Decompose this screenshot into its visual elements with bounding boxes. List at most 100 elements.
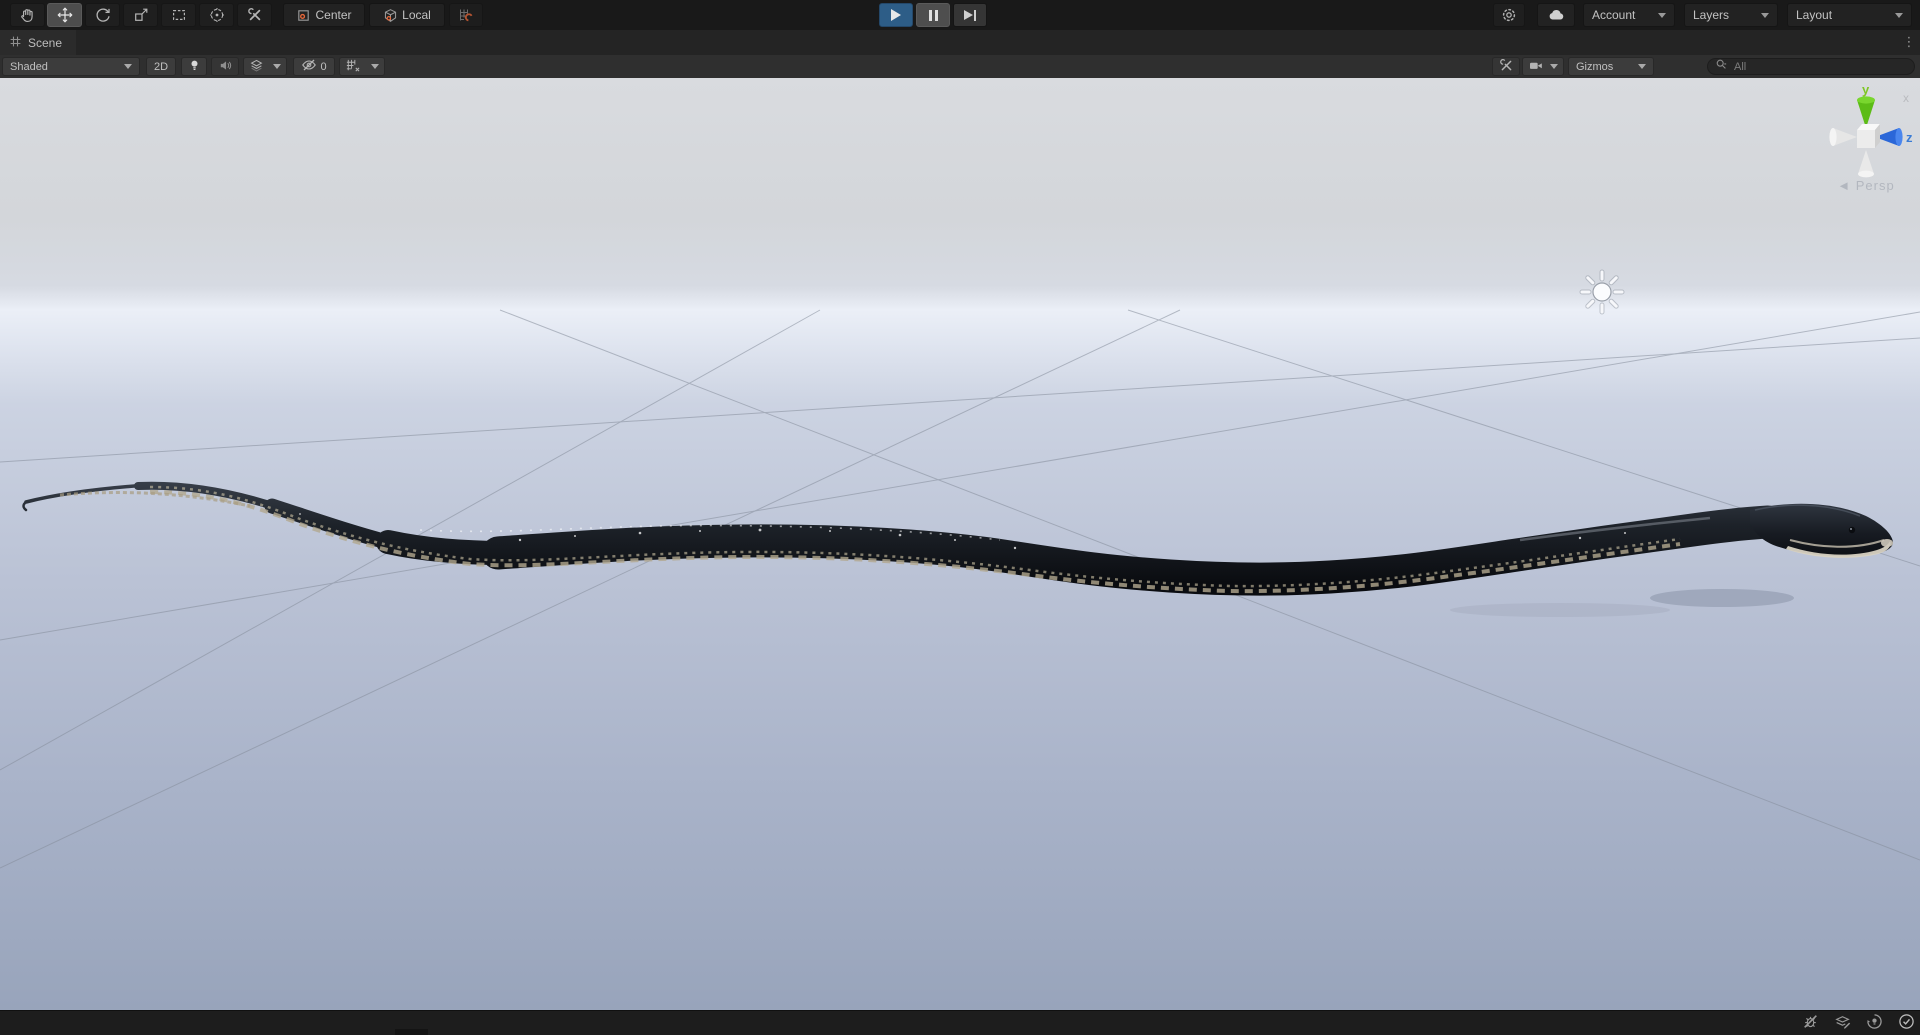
scene-search-field[interactable]: [1707, 58, 1915, 75]
chevron-down-icon: [1761, 12, 1769, 18]
layout-dropdown[interactable]: Layout: [1787, 3, 1912, 27]
pause-icon: [928, 9, 938, 21]
move-icon: [57, 7, 73, 23]
grid-visibility-dropdown[interactable]: [339, 57, 385, 76]
projection-mode-label[interactable]: ◄ Persp: [1806, 178, 1920, 193]
custom-tool-button[interactable]: [237, 3, 272, 27]
snake-shadow: [1450, 603, 1670, 617]
scene-viewport[interactable]: y x z ◄ Persp: [0, 78, 1920, 1010]
axis-y-label: y: [1862, 82, 1870, 97]
draw-mode-dropdown[interactable]: Shaded: [2, 57, 140, 76]
scene-tools-button[interactable]: [1492, 57, 1520, 76]
layers-dropdown[interactable]: Layers: [1684, 3, 1778, 27]
audio-toggle-button[interactable]: [211, 57, 239, 76]
grid-lines: [0, 309, 1920, 869]
tab-scene[interactable]: Scene: [0, 30, 77, 55]
effects-layers-icon: [249, 58, 264, 76]
check-circle-icon: [1898, 1013, 1915, 1035]
handle-rotation-label: Local: [402, 8, 431, 22]
chevron-down-icon: [124, 64, 132, 69]
wrench-icon: [247, 7, 263, 23]
move-tool-button[interactable]: [47, 3, 82, 27]
tab-more-menu[interactable]: ⋮: [1901, 32, 1917, 52]
orientation-gizmo[interactable]: y x z: [1811, 82, 1920, 192]
rect-icon: [171, 7, 187, 23]
status-bar: [0, 1010, 1920, 1035]
cloud-services-button[interactable]: [1537, 3, 1575, 27]
axis-negy-cone[interactable]: [1858, 150, 1874, 178]
cloud-icon: [1547, 6, 1566, 25]
layers-pen-icon: [1834, 1013, 1851, 1035]
chevron-down-icon: [371, 64, 379, 69]
grid-axis-icon: [345, 58, 360, 76]
main-toolbar: Center Local Account Layers Layout: [0, 0, 1920, 31]
persp-arrow-icon: ◄: [1837, 178, 1852, 193]
rotate-icon: [95, 7, 111, 23]
console-mute-button[interactable]: [1797, 1014, 1823, 1033]
lightbulb-icon: [187, 58, 202, 76]
chevron-down-icon: [1895, 12, 1903, 18]
pause-button[interactable]: [916, 3, 950, 27]
axis-negz-cone[interactable]: [1829, 128, 1857, 146]
eye-slash-icon: [301, 57, 317, 76]
snake-model[interactable]: [22, 481, 1894, 617]
hand-icon: [19, 7, 36, 24]
snake-eye: [1848, 526, 1856, 534]
pivot-mode-button[interactable]: Center: [283, 3, 365, 27]
status-ok-button[interactable]: [1893, 1013, 1919, 1035]
grid-snapping-button[interactable]: [449, 3, 483, 27]
pivot-center-icon: [296, 8, 311, 23]
draw-mode-label: Shaded: [10, 60, 48, 73]
scene-camera-dropdown[interactable]: [1522, 57, 1564, 76]
statusbar-notch: [395, 1029, 428, 1035]
2d-toggle-button[interactable]: 2D: [146, 57, 176, 76]
chevron-down-icon: [1658, 12, 1666, 18]
hidden-count-label: 0: [320, 60, 327, 73]
gizmos-dropdown[interactable]: Gizmos: [1568, 57, 1654, 76]
2d-toggle-label: 2D: [153, 60, 169, 73]
refresh-bulb-icon: [1866, 1013, 1883, 1035]
transform-icon: [209, 7, 225, 23]
gizmo-center-cube[interactable]: [1857, 124, 1880, 148]
scale-tool-button[interactable]: [123, 3, 158, 27]
chevron-down-icon: [1550, 64, 1558, 69]
unity-editor-window: Center Local Account Layers Layout Scene…: [0, 0, 1920, 1035]
gizmos-label: Gizmos: [1576, 60, 1614, 73]
local-cube-icon: [383, 8, 398, 23]
account-label: Account: [1592, 8, 1636, 22]
chevron-down-icon: [1638, 64, 1646, 69]
progress-activity-button[interactable]: [1493, 3, 1525, 27]
chevron-down-icon: [273, 64, 281, 69]
scene-view-toolbar: Shaded 2D 0 Gizmos All: [0, 55, 1920, 79]
rotate-tool-button[interactable]: [85, 3, 120, 27]
tab-scene-label: Scene: [28, 35, 63, 50]
bug-slash-icon: [1802, 1013, 1819, 1035]
layers-label: Layers: [1693, 8, 1730, 22]
lighting-toggle-button[interactable]: [181, 57, 207, 76]
rect-tool-button[interactable]: [161, 3, 196, 27]
view-hand-tool-button[interactable]: [10, 3, 45, 27]
axis-z-label: z: [1906, 130, 1913, 145]
scene-visibility-button[interactable]: 0: [293, 57, 335, 76]
account-dropdown[interactable]: Account: [1583, 3, 1675, 27]
grid-snap-icon: [458, 7, 474, 23]
auto-refresh-button[interactable]: [1861, 1013, 1887, 1035]
speaker-icon: [218, 58, 233, 76]
scale-icon: [133, 7, 149, 23]
play-button[interactable]: [879, 3, 913, 27]
handle-rotation-button[interactable]: Local: [369, 3, 445, 27]
pivot-mode-label: Center: [315, 8, 352, 22]
scene-render: [0, 269, 1920, 869]
scene-search-input[interactable]: [1732, 59, 1886, 74]
search-icon: [1715, 58, 1728, 76]
kebab-icon: ⋮: [1902, 34, 1916, 49]
transform-tool-button[interactable]: [199, 3, 234, 27]
layers-edit-button[interactable]: [1829, 1014, 1855, 1033]
effects-dropdown-button[interactable]: [243, 57, 287, 76]
snake-head: [1750, 503, 1893, 557]
step-icon: [964, 9, 976, 21]
camera-icon: [1528, 58, 1544, 76]
scene-grid-icon: [9, 35, 22, 51]
step-button[interactable]: [953, 3, 987, 27]
axis-y-cone[interactable]: [1857, 96, 1875, 128]
